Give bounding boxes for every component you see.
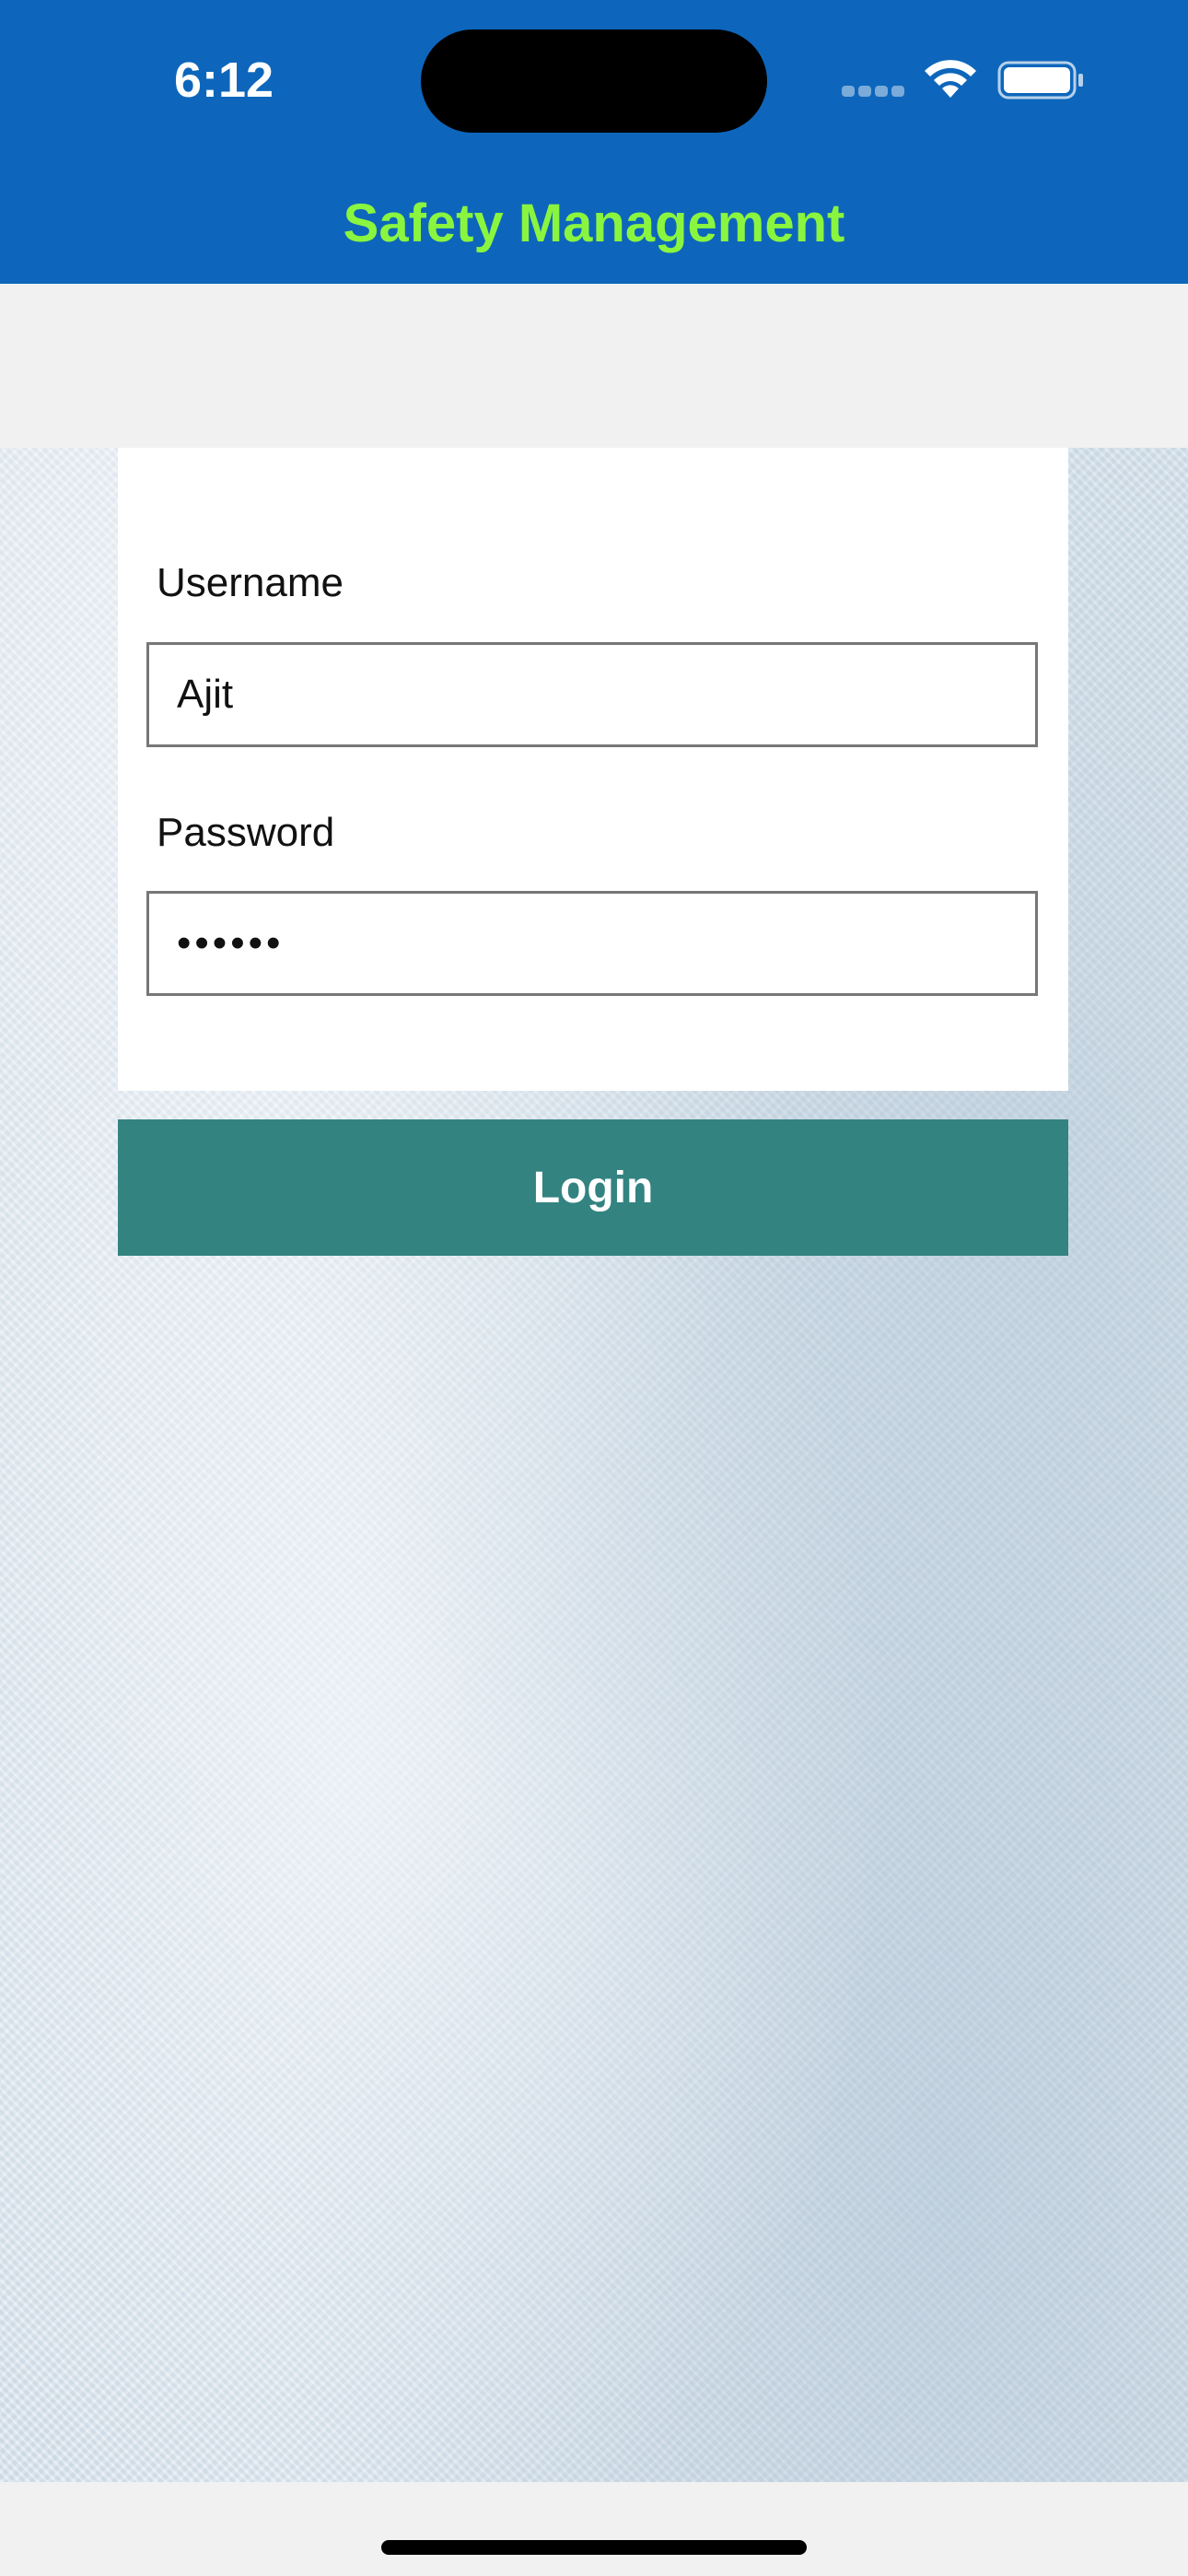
header-spacer <box>0 284 1188 448</box>
password-label: Password <box>157 810 335 855</box>
app-header: 6:12 Safety Management <box>0 0 1188 284</box>
username-field[interactable]: Ajit <box>146 642 1038 747</box>
login-button[interactable]: Login <box>118 1119 1068 1256</box>
bottom-safe-area <box>0 2482 1188 2576</box>
username-label: Username <box>157 560 344 605</box>
password-value: •••••• <box>177 920 285 966</box>
username-value: Ajit <box>177 672 234 717</box>
status-bar-time: 6:12 <box>173 53 274 108</box>
wifi-icon <box>925 60 976 98</box>
cellular-signal-icon <box>842 86 906 99</box>
home-indicator[interactable] <box>381 2540 807 2555</box>
login-button-label: Login <box>532 1163 654 1212</box>
page-title: Safety Management <box>343 193 845 253</box>
dynamic-island <box>421 29 767 133</box>
battery-icon <box>997 61 1083 100</box>
password-field[interactable]: •••••• <box>146 891 1038 996</box>
